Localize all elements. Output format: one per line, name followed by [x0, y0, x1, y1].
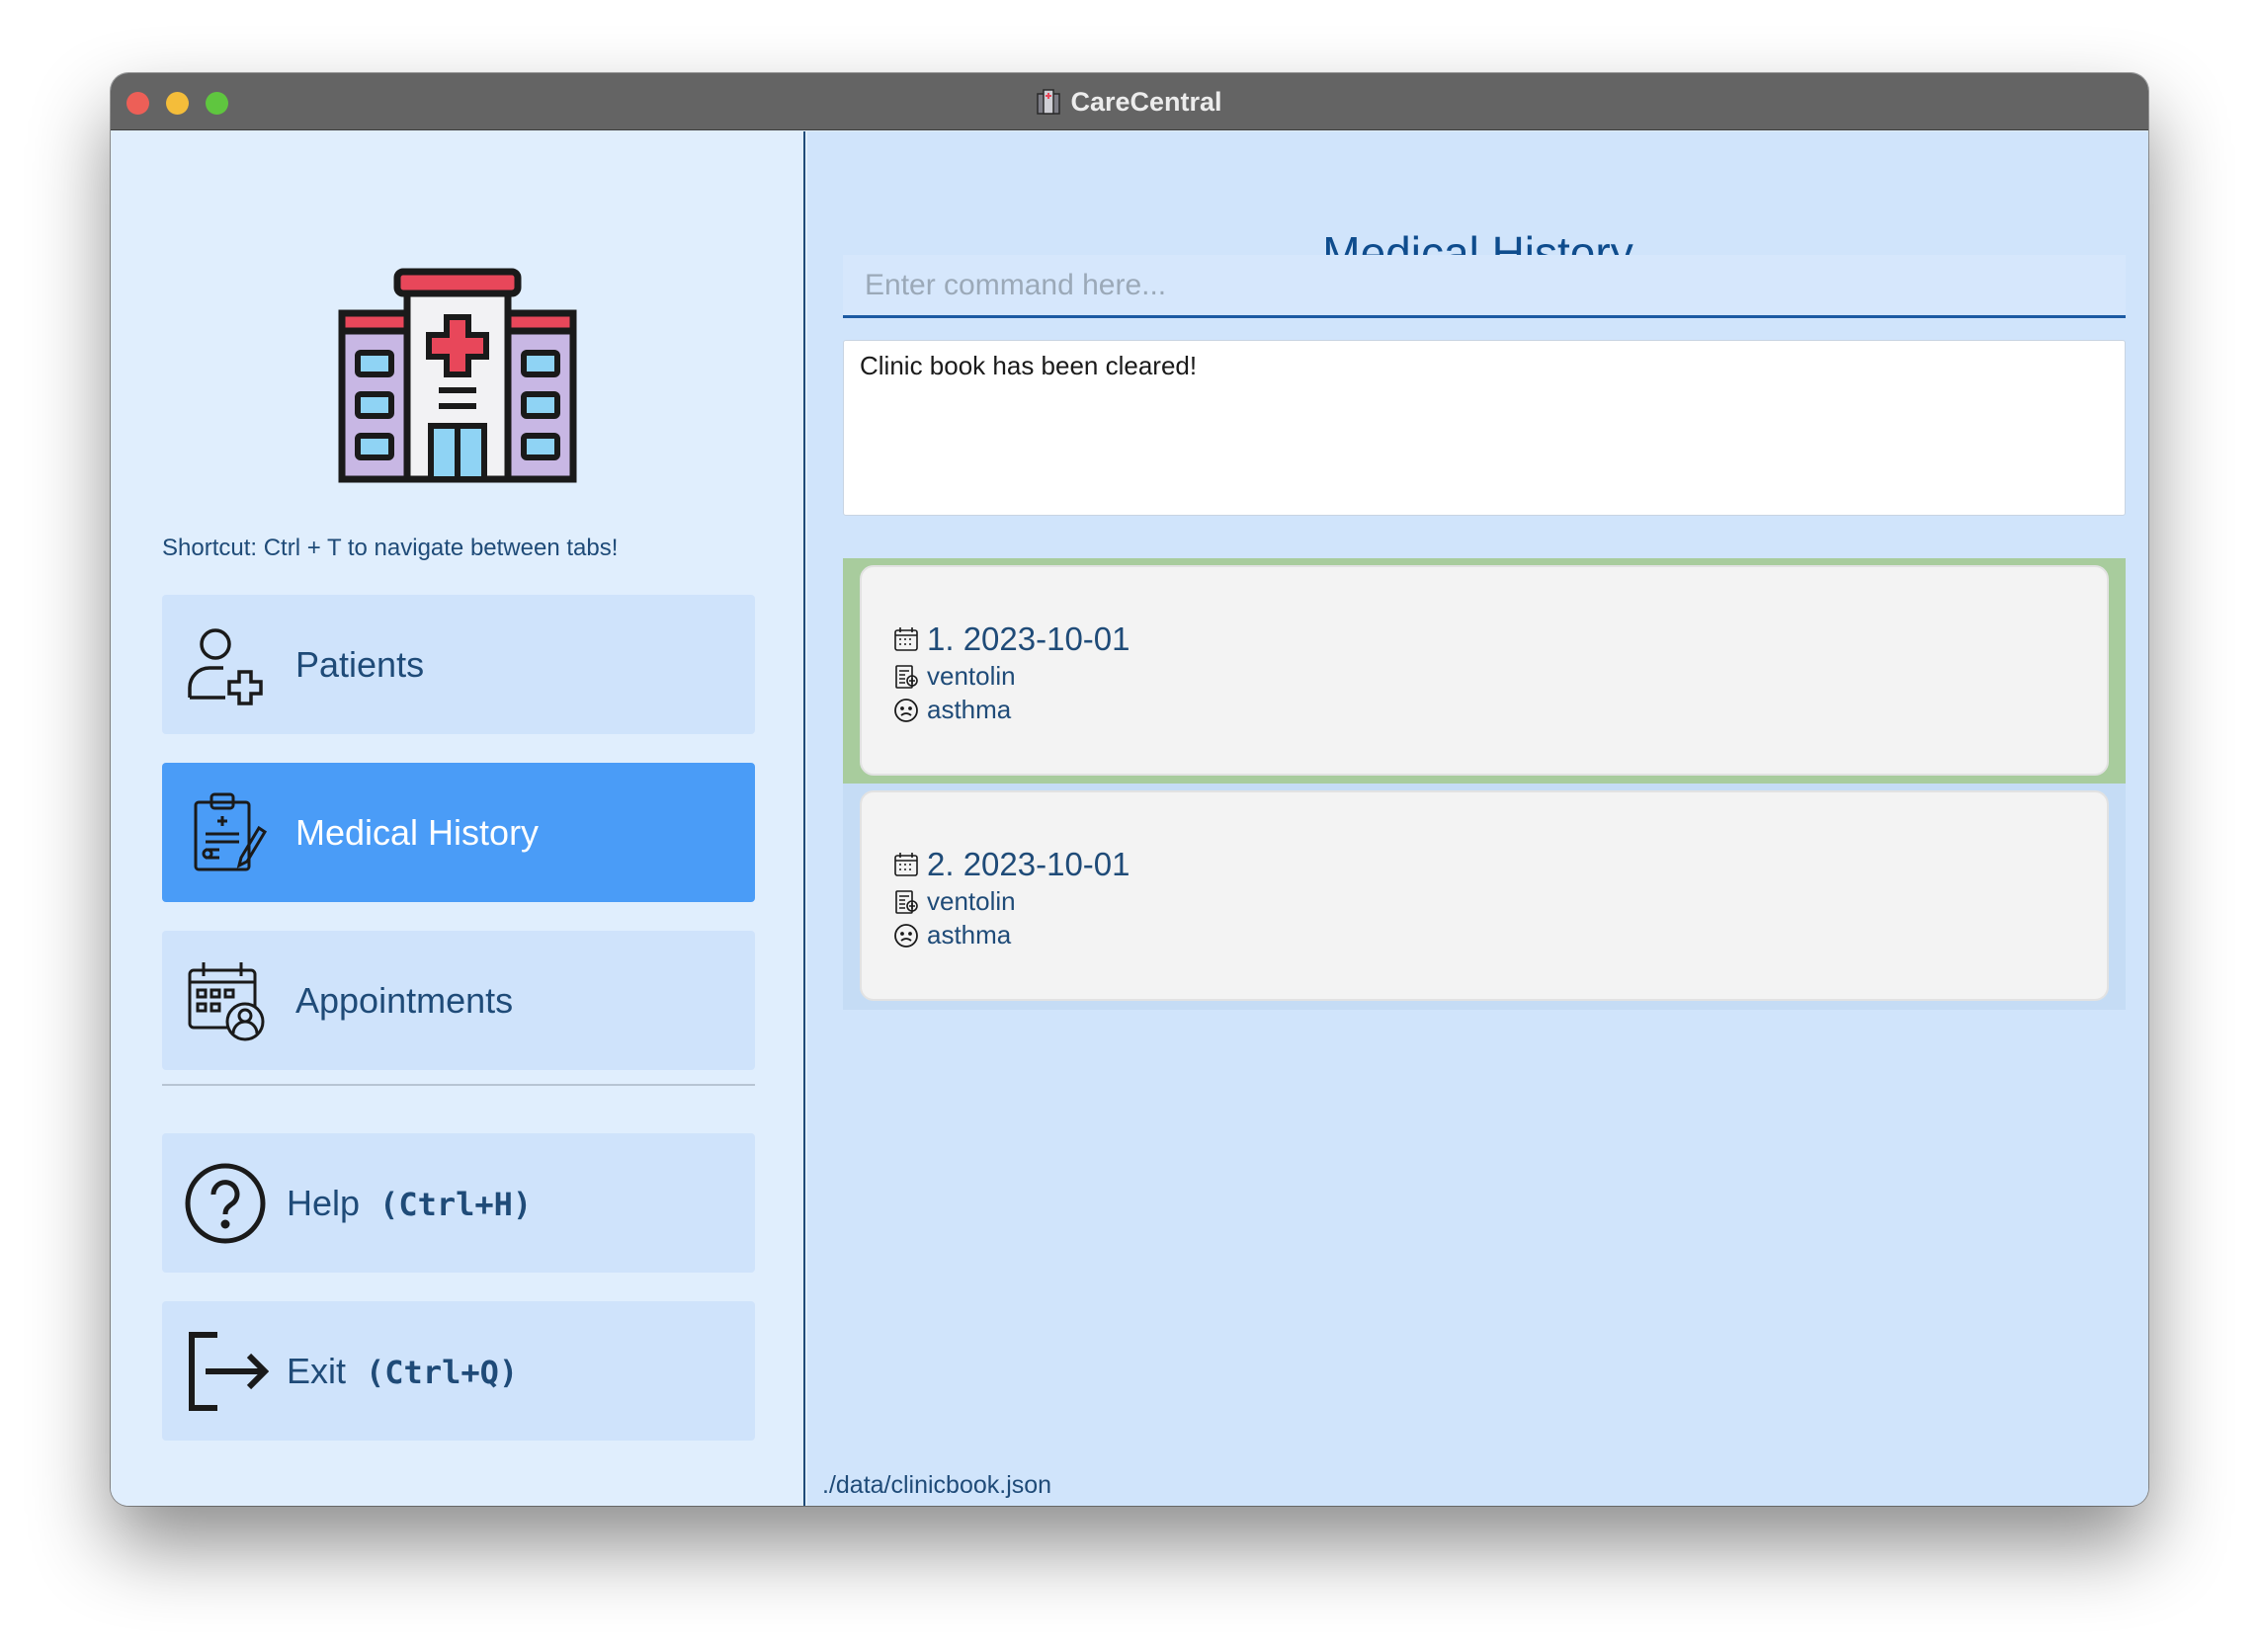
record-condition: asthma — [927, 920, 1012, 950]
prescription-icon — [895, 889, 918, 914]
record-date: 2. 2023-10-01 — [927, 846, 1130, 882]
list-item[interactable]: 2. 2023-10-01 ventolin asthma — [843, 784, 2126, 1009]
list-item[interactable]: 1. 2023-10-01 ventolin asthma — [843, 558, 2126, 784]
calendar-small-icon — [894, 853, 918, 876]
clipboard-icon — [194, 792, 268, 870]
app-window: CareCentral Shortcut: Ctrl + T to naviga… — [111, 73, 2148, 1506]
prescription-icon — [895, 664, 918, 689]
help-label: Help — [287, 1182, 361, 1223]
nav-appointments-label: Appointments — [295, 979, 514, 1021]
record-medication: ventolin — [927, 661, 1016, 691]
status-file-path: ./data/clinicbook.json — [822, 1471, 1052, 1499]
record-medication: ventolin — [927, 886, 1016, 916]
exit-button[interactable]: Exit (Ctrl+Q) — [162, 1301, 755, 1441]
sick-face-icon — [894, 698, 918, 722]
sick-face-icon — [894, 923, 918, 948]
sidebar: Shortcut: Ctrl + T to navigate between t… — [111, 131, 805, 1506]
command-input[interactable] — [843, 255, 2126, 318]
shortcut-hint: Shortcut: Ctrl + T to navigate between t… — [162, 535, 619, 561]
nav-appointments-button[interactable]: Appointments — [162, 931, 755, 1070]
title-bar: CareCentral — [111, 73, 2148, 130]
calendar-icon — [188, 961, 265, 1040]
nav-medical-history-label: Medical History — [295, 811, 540, 853]
result-text: Clinic book has been cleared! — [860, 351, 1198, 380]
add-user-icon — [188, 627, 263, 705]
nav-patients-button[interactable]: Patients — [162, 595, 755, 734]
record-card[interactable]: 2. 2023-10-01 ventolin asthma — [860, 790, 2109, 1001]
exit-label: Exit — [287, 1350, 347, 1391]
record-date: 1. 2023-10-01 — [927, 620, 1130, 657]
calendar-small-icon — [894, 627, 918, 651]
exit-icon — [189, 1331, 269, 1411]
help-button[interactable]: Help (Ctrl+H) — [162, 1133, 755, 1273]
help-shortcut: (Ctrl+H) — [379, 1185, 533, 1223]
nav-medical-history-button[interactable]: Medical History — [162, 763, 755, 902]
hospital-logo-icon — [338, 268, 577, 483]
question-icon — [185, 1163, 266, 1243]
sidebar-divider — [162, 1084, 755, 1086]
nav-patients-label: Patients — [295, 643, 425, 685]
exit-shortcut: (Ctrl+Q) — [366, 1353, 519, 1391]
record-condition: asthma — [927, 695, 1012, 724]
result-display: Clinic book has been cleared! — [843, 340, 2126, 516]
record-card[interactable]: 1. 2023-10-01 ventolin asthma — [860, 565, 2109, 776]
window-title: CareCentral — [1070, 86, 1222, 117]
medical-history-list[interactable]: 1. 2023-10-01 ventolin asthma 2. 2023-10… — [843, 558, 2126, 1010]
hospital-icon — [1037, 89, 1061, 115]
